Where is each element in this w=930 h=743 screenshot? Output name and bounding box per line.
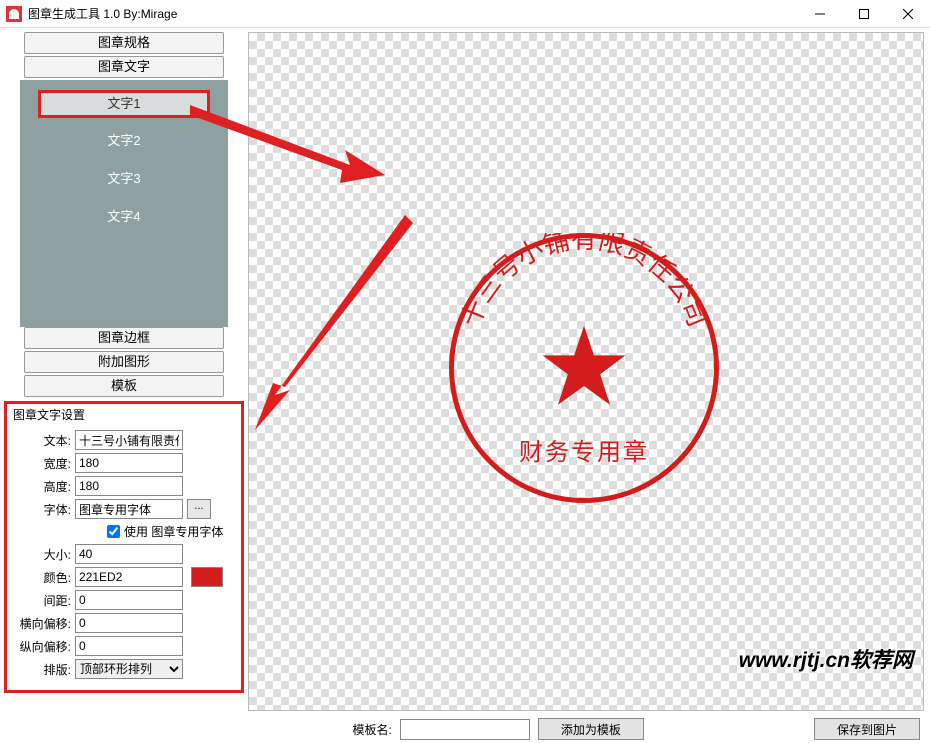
input-template-name[interactable] [400,719,530,740]
label-height: 高度: [13,478,71,495]
input-voff[interactable] [75,636,183,656]
label-font: 字体: [13,501,71,518]
add-template-button[interactable]: 添加为模板 [538,718,644,740]
label-usefont: 使用 图章专用字体 [124,523,223,540]
input-height[interactable] [75,476,183,496]
window-controls [798,0,930,28]
input-text[interactable] [75,430,183,450]
star-icon [539,321,629,411]
text-list: 文字1 文字2 文字3 文字4 [20,80,228,327]
label-template-name: 模板名: [352,721,391,738]
accordion-border[interactable]: 图章边框 [24,327,224,349]
stamp-bottom-text: 财务专用章 [449,432,719,467]
label-spacing: 间距: [13,592,71,609]
text-item-2[interactable]: 文字2 [20,122,228,160]
minimize-button[interactable] [798,0,842,28]
input-spacing[interactable] [75,590,183,610]
preview-canvas: 十三号小铺有限责任公司 财务专用章 www.rjtj.cn软荐网 [248,32,924,711]
maximize-button[interactable] [842,0,886,28]
label-width: 宽度: [13,455,71,472]
label-size: 大小: [13,546,71,563]
close-button[interactable] [886,0,930,28]
text-item-4[interactable]: 文字4 [20,198,228,236]
font-picker-button[interactable]: ... [187,499,211,519]
text-item-3[interactable]: 文字3 [20,160,228,198]
label-text: 文本: [13,432,71,449]
label-voff: 纵向偏移: [13,638,71,655]
input-color[interactable] [75,567,183,587]
input-width[interactable] [75,453,183,473]
titlebar: 图章生成工具 1.0 By:Mirage [0,0,930,28]
color-swatch[interactable] [191,567,223,587]
text-item-1[interactable]: 文字1 [38,90,210,118]
input-size[interactable] [75,544,183,564]
stamp-preview: 十三号小铺有限责任公司 财务专用章 [449,233,719,503]
accordion-shape[interactable]: 附加图形 [24,351,224,373]
window-title: 图章生成工具 1.0 By:Mirage [28,5,177,22]
input-font[interactable] [75,499,183,519]
app-icon [6,6,22,22]
right-panel: 十三号小铺有限责任公司 财务专用章 www.rjtj.cn软荐网 模板名: 添加… [248,28,930,743]
input-hoff[interactable] [75,613,183,633]
save-image-button[interactable]: 保存到图片 [814,718,920,740]
watermark-text: www.rjtj.cn软荐网 [739,644,913,674]
accordion-template[interactable]: 模板 [24,375,224,397]
left-panel: 图章规格 图章文字 文字1 文字2 文字3 文字4 图章边框 附加图形 模板 图… [0,28,248,743]
select-layout[interactable]: 顶部环形排列 [75,659,183,679]
settings-title: 图章文字设置 [13,404,235,427]
svg-text:十三号小铺有限责任公司: 十三号小铺有限责任公司 [455,233,713,331]
label-color: 颜色: [13,569,71,586]
accordion-spec[interactable]: 图章规格 [24,32,224,54]
label-layout: 排版: [13,661,71,678]
bottom-toolbar: 模板名: 添加为模板 保存到图片 [248,715,924,743]
accordion: 图章规格 图章文字 文字1 文字2 文字3 文字4 图章边框 附加图形 模板 [4,32,244,397]
accordion-text[interactable]: 图章文字 [24,56,224,78]
checkbox-usefont[interactable] [107,525,120,538]
text-settings-panel: 图章文字设置 文本: 宽度: 高度: 字体: ... 使用 图章专用字体 [4,401,244,693]
label-hoff: 横向偏移: [13,615,71,632]
